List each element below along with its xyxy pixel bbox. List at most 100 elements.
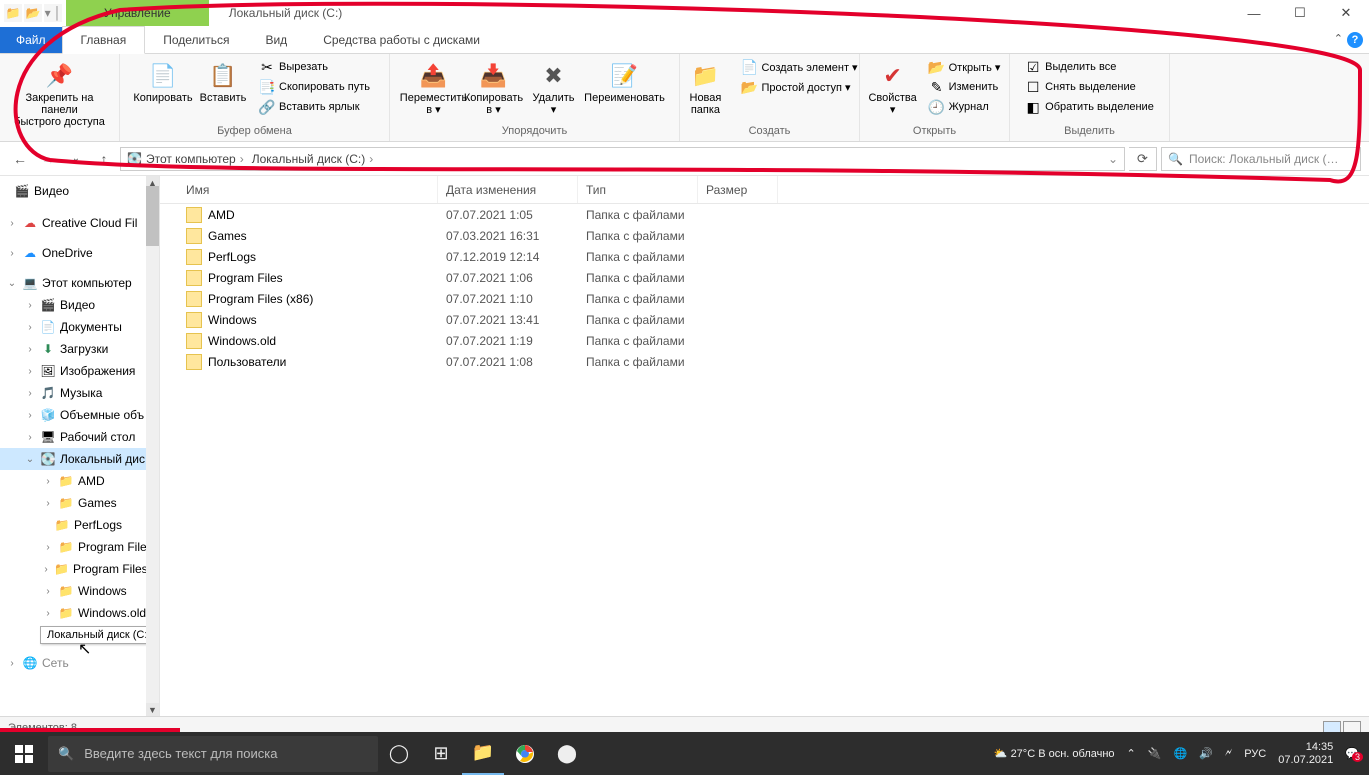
- tray-chevron[interactable]: ⌃: [1127, 747, 1136, 760]
- nav-drive-c[interactable]: ⌄💽Локальный дис: [0, 448, 159, 470]
- paste-button[interactable]: 📋Вставить: [195, 58, 251, 108]
- up-button[interactable]: ↑: [92, 147, 116, 171]
- task-view-button[interactable]: ⊞: [420, 732, 462, 775]
- table-row[interactable]: AMD07.07.2021 1:05Папка с файлами: [160, 204, 1369, 225]
- nav-games[interactable]: ›📁Games: [0, 492, 159, 514]
- tab-home[interactable]: Главная: [62, 26, 146, 54]
- nav-amd[interactable]: ›📁AMD: [0, 470, 159, 492]
- file-date: 07.07.2021 1:19: [438, 334, 578, 348]
- scroll-thumb[interactable]: [146, 186, 159, 246]
- tab-share[interactable]: Поделиться: [145, 27, 247, 53]
- new-item-button[interactable]: 📄Создать элемент ▾: [737, 58, 861, 76]
- nav-windows[interactable]: ›📁Windows: [0, 580, 159, 602]
- rename-button[interactable]: 📝Переименовать: [586, 58, 664, 108]
- invert-selection-button[interactable]: ◧Обратить выделение: [1021, 98, 1158, 116]
- paste-shortcut-button[interactable]: 🔗Вставить ярлык: [255, 98, 374, 116]
- nav-onedrive[interactable]: ›☁OneDrive: [0, 242, 159, 264]
- help-icon[interactable]: ?: [1347, 32, 1363, 48]
- taskbar-search[interactable]: 🔍 Введите здесь текст для поиска: [48, 736, 378, 772]
- forward-button[interactable]: →: [36, 147, 60, 171]
- nav-pc-3d[interactable]: ›🧊Объемные объ: [0, 404, 159, 426]
- nav-pf86[interactable]: ›📁Program Files (: [0, 558, 159, 580]
- taskbar-explorer[interactable]: 📁: [462, 732, 504, 775]
- nav-pc-docs[interactable]: ›📄Документы: [0, 316, 159, 338]
- tray-clock[interactable]: 14:35 07.07.2021: [1278, 741, 1333, 767]
- context-tab-manage[interactable]: Управление: [66, 0, 209, 26]
- breadcrumb-drop[interactable]: ⌄: [1108, 152, 1118, 166]
- start-button[interactable]: [0, 732, 48, 775]
- table-row[interactable]: Пользователи07.07.2021 1:08Папка с файла…: [160, 351, 1369, 372]
- taskbar-chrome[interactable]: [504, 732, 546, 775]
- tab-view[interactable]: Вид: [247, 27, 305, 53]
- nav-pc-video[interactable]: ›🎬Видео: [0, 294, 159, 316]
- copy-button[interactable]: 📄Копировать: [135, 58, 191, 108]
- col-size[interactable]: Размер: [698, 176, 778, 203]
- open-button[interactable]: 📂Открыть ▾: [925, 58, 1005, 76]
- table-row[interactable]: Games07.03.2021 16:31Папка с файлами: [160, 225, 1369, 246]
- ribbon-chevron[interactable]: ⌃: [1334, 32, 1343, 48]
- weather-widget[interactable]: ⛅ 27°C В осн. облачно: [994, 747, 1115, 760]
- copy-to-button[interactable]: 📥Копировать в ▾: [466, 58, 522, 120]
- col-type[interactable]: Тип: [578, 176, 698, 203]
- new-folder-button[interactable]: 📁Новая папка: [677, 58, 733, 120]
- tray-notifications[interactable]: 💬3: [1345, 747, 1359, 760]
- weather-icon: ⛅: [994, 748, 1008, 760]
- tray-network-icon[interactable]: 🌐: [1173, 747, 1187, 760]
- tray-volume-icon[interactable]: 🔊: [1199, 747, 1213, 760]
- rename-icon: 📝: [611, 62, 639, 90]
- minimize-button[interactable]: ―: [1231, 0, 1277, 26]
- file-date: 07.07.2021 13:41: [438, 313, 578, 327]
- title-bar: 📁 📂 ▾ │ Управление Локальный диск (C:) ―…: [0, 0, 1369, 26]
- cortana-button[interactable]: ◯: [378, 732, 420, 775]
- cut-button[interactable]: ✂Вырезать: [255, 58, 374, 76]
- copy-icon: 📄: [149, 62, 177, 90]
- nav-windows-old[interactable]: ›📁Windows.old: [0, 602, 159, 624]
- nav-ccf[interactable]: ›☁Creative Cloud Fil: [0, 212, 159, 234]
- easy-access-button[interactable]: 📂Простой доступ ▾: [737, 78, 861, 96]
- nav-pc-pictures[interactable]: ›🖼Изображения: [0, 360, 159, 382]
- breadcrumb[interactable]: 💽 Этот компьютер Локальный диск (C:) ⌄: [120, 147, 1125, 171]
- nav-pf[interactable]: ›📁Program Files: [0, 536, 159, 558]
- table-row[interactable]: Program Files (x86)07.07.2021 1:10Папка …: [160, 288, 1369, 309]
- crumb-drive-c[interactable]: Локальный диск (C:): [252, 152, 378, 166]
- col-date[interactable]: Дата изменения: [438, 176, 578, 203]
- recent-button[interactable]: ⌄: [64, 147, 88, 171]
- scroll-down-icon[interactable]: ▼: [146, 703, 159, 716]
- search-input[interactable]: 🔍 Поиск: Локальный диск (…: [1161, 147, 1361, 171]
- move-to-button[interactable]: 📤Переместить в ▾: [406, 58, 462, 120]
- crumb-this-pc[interactable]: Этот компьютер: [146, 152, 248, 166]
- tab-drive-tools[interactable]: Средства работы с дисками: [305, 27, 498, 53]
- table-row[interactable]: Program Files07.07.2021 1:06Папка с файл…: [160, 267, 1369, 288]
- back-button[interactable]: ←: [8, 147, 32, 171]
- nav-video[interactable]: 🎬Видео: [0, 180, 159, 202]
- pin-quick-access-button[interactable]: 📌 Закрепить на панели быстрого доступа: [5, 58, 115, 132]
- nav-perflogs[interactable]: 📁PerfLogs: [0, 514, 159, 536]
- tray-usb-icon[interactable]: 🔌: [1148, 747, 1162, 760]
- nav-this-pc[interactable]: ⌄💻Этот компьютер: [0, 272, 159, 294]
- nav-pc-music[interactable]: ›🎵Музыка: [0, 382, 159, 404]
- table-row[interactable]: Windows.old07.07.2021 1:19Папка с файлам…: [160, 330, 1369, 351]
- refresh-button[interactable]: ⟳: [1129, 147, 1157, 171]
- copy-to-icon: 📥: [480, 62, 508, 90]
- nav-pc-desktop[interactable]: ›🖥Рабочий стол: [0, 426, 159, 448]
- select-none-button[interactable]: ☐Снять выделение: [1021, 78, 1158, 96]
- col-name[interactable]: Имя: [178, 176, 438, 203]
- copy-path-button[interactable]: 📑Скопировать путь: [255, 78, 374, 96]
- table-row[interactable]: PerfLogs07.12.2019 12:14Папка с файлами: [160, 246, 1369, 267]
- navpane-scrollbar[interactable]: ▲ ▼: [146, 176, 159, 716]
- nav-pc-downloads[interactable]: ›⬇Загрузки: [0, 338, 159, 360]
- edit-button[interactable]: ✎Изменить: [925, 78, 1005, 96]
- tray-battery-icon[interactable]: 🗲: [1225, 747, 1232, 760]
- taskbar-obs[interactable]: ⬤: [546, 732, 588, 775]
- history-button[interactable]: 🕘Журнал: [925, 98, 1005, 116]
- delete-button[interactable]: ✖Удалить ▾: [526, 58, 582, 120]
- scissors-icon: ✂: [259, 59, 275, 75]
- tab-file[interactable]: Файл: [0, 27, 62, 53]
- table-row[interactable]: Windows07.07.2021 13:41Папка с файлами: [160, 309, 1369, 330]
- select-all-button[interactable]: ☑Выделить все: [1021, 58, 1158, 76]
- properties-button[interactable]: ✔Свойства ▾: [865, 58, 921, 120]
- tray-language[interactable]: РУС: [1244, 748, 1266, 760]
- maximize-button[interactable]: ☐: [1277, 0, 1323, 26]
- close-button[interactable]: ✕: [1323, 0, 1369, 26]
- nav-network[interactable]: ›🌐Сеть: [0, 652, 159, 674]
